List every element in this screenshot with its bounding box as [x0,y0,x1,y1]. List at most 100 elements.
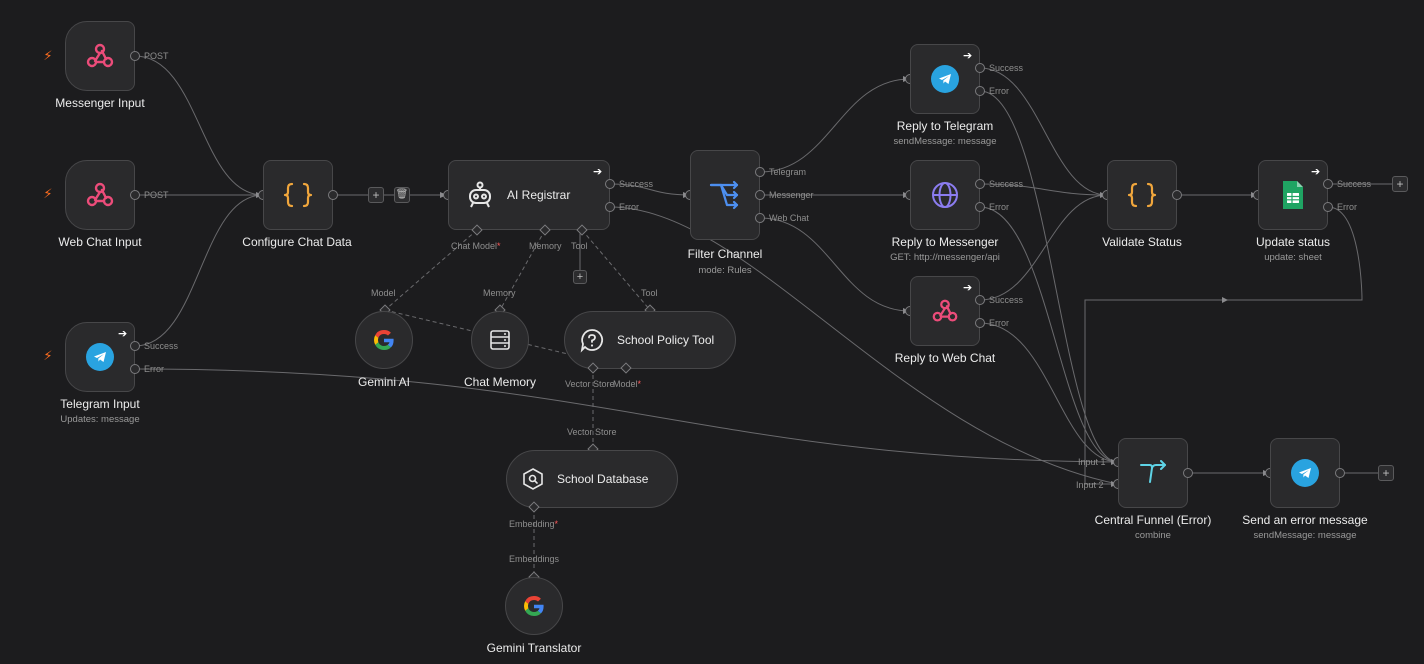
reply-telegram-subtitle: sendMessage: message [893,136,997,147]
open-arrow-icon: ➔ [963,50,973,62]
gemini-translator-title: Gemini Translator [486,641,582,655]
filter-telegram-label: Telegram [769,167,807,177]
registrar-success-port[interactable] [605,179,615,189]
code-braces-icon [1127,182,1157,208]
reply-webchat-error-port[interactable] [975,318,985,328]
central-funnel-node[interactable] [1118,438,1188,508]
send-error-subtitle: sendMessage: message [1253,530,1357,541]
validate-status-node[interactable] [1107,160,1177,230]
reply-messenger-success-label: Success [989,179,1024,189]
delete-connection-button[interactable]: 🗑 [394,187,410,203]
send-error-output-port[interactable] [1335,468,1345,478]
google-g-icon [374,330,394,350]
update-success-label: Success [1337,179,1372,189]
wire-filter-webchat [759,217,911,312]
wire-tg-err-funnel [979,90,1119,463]
chat-memory-title: Chat Memory [463,375,537,389]
google-sheets-icon [1283,181,1303,209]
telegram-icon [931,65,959,93]
telegram-error-label: Error [144,364,164,374]
filter-webchat-port[interactable] [755,213,765,223]
telegram-icon [86,343,114,371]
reply-telegram-error-port[interactable] [975,86,985,96]
messenger-post-label: POST [144,51,169,61]
reply-telegram-title: Reply to Telegram [896,119,994,133]
chat-memory-port-label: Memory [483,288,516,298]
wire-telegram-configure [134,194,264,347]
database-icon [490,330,510,350]
reply-telegram-error-label: Error [989,86,1009,96]
add-node-button[interactable]: + [1378,465,1394,481]
reply-messenger-error-label: Error [989,202,1009,212]
update-error-port[interactable] [1323,202,1333,212]
school-policy-tool-node[interactable]: School Policy Tool [564,311,736,369]
send-error-node[interactable] [1270,438,1340,508]
database-embedding-label: Embedding* [509,519,559,529]
gemini-model-label: Model [371,288,396,298]
open-arrow-icon: ➔ [1311,166,1321,178]
wire-filter-telegram [759,78,911,173]
filter-messenger-label: Messenger [769,190,814,200]
reply-messenger-error-port[interactable] [975,202,985,212]
chat-memory-node[interactable] [471,311,529,369]
telegram-success-port[interactable] [130,341,140,351]
reply-telegram-success-port[interactable] [975,63,985,73]
update-success-port[interactable] [1323,179,1333,189]
add-tool-button[interactable]: + [573,270,587,284]
ai-registrar-node[interactable]: AI Registrar [448,160,610,230]
policy-model-label: Model* [613,379,642,389]
filter-telegram-port[interactable] [755,167,765,177]
robot-icon [469,181,491,208]
tool-label: Tool [571,241,588,251]
telegram-input-title: Telegram Input [60,397,140,411]
gemini-translator-node[interactable] [505,577,563,635]
configure-chat-node[interactable] [263,160,333,230]
gemini-ai-title: Gemini AI [357,375,411,389]
dash-tool-policy [581,229,651,311]
funnel-input2-label: Input 2 [1076,480,1104,490]
configure-output-port[interactable] [328,190,338,200]
webhook-icon [932,299,958,322]
merge-icon [1140,460,1166,483]
registrar-error-port[interactable] [605,202,615,212]
validate-output-port[interactable] [1172,190,1182,200]
telegram-error-port[interactable] [130,364,140,374]
workflow-canvas[interactable]: ⚡ POST Messenger Input ⚡ POST Web Chat I… [0,0,1424,664]
reply-messenger-success-port[interactable] [975,179,985,189]
reply-webchat-success-port[interactable] [975,295,985,305]
translator-port-label: Embeddings [509,554,560,564]
reply-messenger-node[interactable] [910,160,980,230]
policy-vector-store-label: Vector Store [565,379,615,389]
send-error-title: Send an error message [1242,513,1368,527]
webchat-input-title: Web Chat Input [58,235,142,249]
chat-model-label: Chat Model* [451,241,501,251]
reply-webchat-error-label: Error [989,318,1009,328]
messenger-input-node[interactable] [65,21,135,91]
messenger-post-port[interactable] [130,51,140,61]
wire-messenger-configure [134,55,264,196]
question-icon [580,329,604,353]
update-status-title: Update status [1255,235,1331,249]
telegram-icon [1291,459,1319,487]
central-funnel-title: Central Funnel (Error) [1094,513,1212,527]
memory-label: Memory [529,241,562,251]
funnel-output-port[interactable] [1183,468,1193,478]
filter-messenger-port[interactable] [755,190,765,200]
webchat-input-node[interactable] [65,160,135,230]
funnel-input1-label: Input 1 [1078,457,1106,467]
reply-telegram-success-label: Success [989,63,1024,73]
vector-search-icon [523,468,543,490]
add-node-button[interactable]: + [368,187,384,203]
open-arrow-icon: ➔ [963,282,973,294]
gemini-ai-node[interactable] [355,311,413,369]
trigger-bolt-icon: ⚡ [43,48,53,63]
google-g-icon [524,596,544,616]
school-database-title: School Database [557,472,649,486]
school-database-node[interactable]: School Database [506,450,678,508]
webchat-post-port[interactable] [130,190,140,200]
trigger-bolt-icon: ⚡ [43,348,53,363]
policy-tool-port-label: Tool [641,288,658,298]
database-port-label: Vector Store [567,427,617,437]
add-node-button[interactable]: + [1392,176,1408,192]
filter-channel-node[interactable] [690,150,760,240]
